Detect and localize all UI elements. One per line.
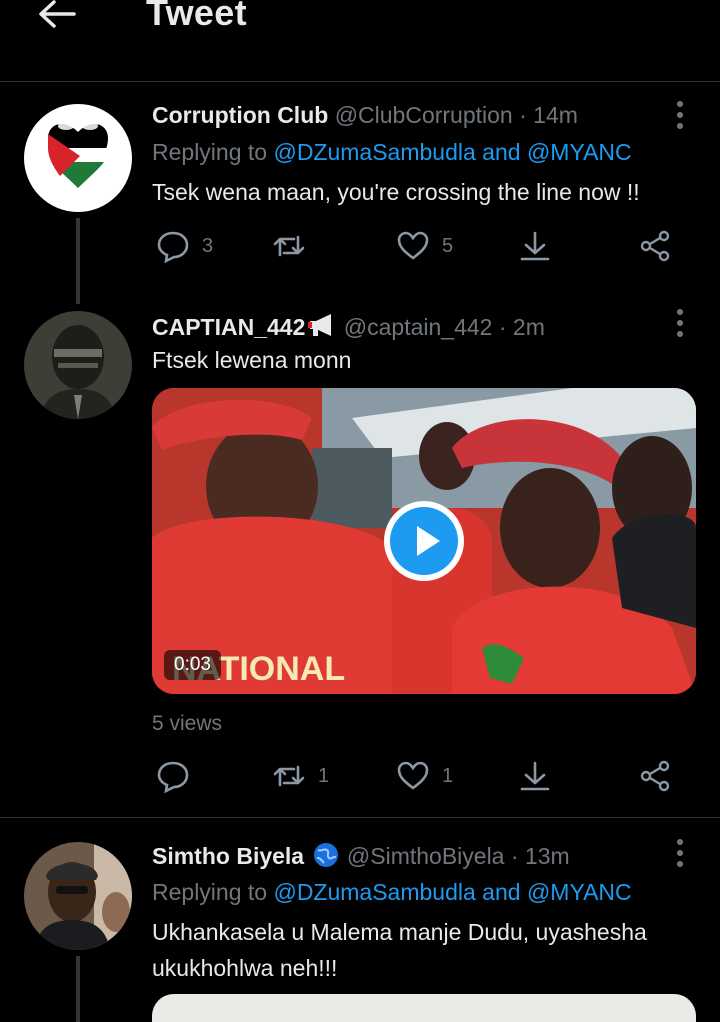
- user-handle[interactable]: @SimthoBiyela: [347, 843, 505, 869]
- play-button[interactable]: [384, 501, 464, 581]
- reply-button[interactable]: 3: [156, 228, 213, 264]
- thread-line: [76, 218, 80, 304]
- tweet-meta: CAPTIAN_442 @captain_442 · 2m: [152, 312, 545, 341]
- mention-link[interactable]: @DZumaSambudla and @MYANC: [273, 879, 631, 905]
- retweet-button[interactable]: 1: [272, 758, 329, 794]
- avatar-captian-442[interactable]: [24, 311, 132, 419]
- tweet-text-line-2: ukukhohlwa neh!!!: [152, 955, 338, 981]
- user-handle[interactable]: @ClubCorruption: [335, 102, 513, 128]
- reply-button[interactable]: [156, 758, 190, 794]
- heart-icon: [397, 761, 429, 790]
- retweet-icon: [273, 765, 305, 787]
- share-button[interactable]: [638, 228, 672, 264]
- tweet-text-line-1: Ukhankasela u Malema manje Dudu, uyashes…: [152, 919, 647, 945]
- globe-icon: [313, 843, 338, 867]
- retweet-count: 1: [318, 764, 330, 787]
- more-options-icon[interactable]: [668, 308, 692, 338]
- like-count: 1: [442, 764, 454, 787]
- replying-to-label: Replying to: [152, 139, 268, 165]
- retweet-icon: [273, 235, 305, 257]
- tweet-text: Tsek wena maan, you're crossing the line…: [152, 179, 640, 205]
- more-options-icon[interactable]: [668, 838, 692, 868]
- tweet-meta: Simtho Biyela @SimthoBiyela · 13m: [152, 842, 570, 870]
- download-button[interactable]: [518, 228, 552, 264]
- timestamp[interactable]: · 2m: [499, 314, 545, 340]
- more-options-icon[interactable]: [668, 100, 692, 130]
- media-thumbnail[interactable]: [152, 994, 696, 1022]
- download-icon: [520, 231, 550, 261]
- share-icon: [640, 230, 670, 262]
- timestamp[interactable]: · 14m: [519, 102, 578, 128]
- like-button[interactable]: 1: [396, 758, 453, 794]
- top-bar: Tweet: [0, 0, 720, 72]
- replying-to: Replying to @DZumaSambudla and @MYANC: [152, 879, 632, 906]
- back-arrow-icon[interactable]: [36, 0, 76, 34]
- megaphone-icon: [308, 314, 332, 336]
- video-duration: 0:03: [164, 650, 221, 680]
- heart-icon: [397, 231, 429, 260]
- reply-icon: [157, 231, 189, 263]
- page-title: Tweet: [146, 0, 247, 33]
- display-name[interactable]: Simtho Biyela: [152, 843, 304, 869]
- share-button[interactable]: [638, 758, 672, 794]
- reply-count: 3: [202, 234, 214, 257]
- mention-link[interactable]: @DZumaSambudla and @MYANC: [273, 139, 631, 165]
- display-name[interactable]: Corruption Club: [152, 102, 328, 128]
- download-button[interactable]: [518, 758, 552, 794]
- avatar-simtho-biyela[interactable]: [24, 842, 132, 950]
- tweet-text: Ftsek lewena monn: [152, 347, 352, 373]
- reply-icon: [157, 761, 189, 793]
- share-icon: [640, 760, 670, 792]
- thread-line: [76, 956, 80, 1022]
- tweet-divider: [0, 817, 720, 818]
- tweet-meta: Corruption Club @ClubCorruption · 14m: [152, 102, 578, 129]
- retweet-button[interactable]: [272, 228, 306, 264]
- play-icon: [390, 507, 458, 575]
- download-icon: [520, 761, 550, 791]
- avatar-corruption-club[interactable]: [24, 104, 132, 212]
- like-button[interactable]: 5: [396, 228, 453, 264]
- replying-to-label: Replying to: [152, 879, 268, 905]
- user-handle[interactable]: @captain_442: [344, 314, 493, 340]
- view-count: 5 views: [152, 712, 223, 735]
- header-divider: [0, 81, 720, 82]
- display-name[interactable]: CAPTIAN_442: [152, 314, 305, 340]
- like-count: 5: [442, 234, 454, 257]
- replying-to: Replying to @DZumaSambudla and @MYANC: [152, 139, 632, 166]
- timestamp[interactable]: · 13m: [511, 843, 570, 869]
